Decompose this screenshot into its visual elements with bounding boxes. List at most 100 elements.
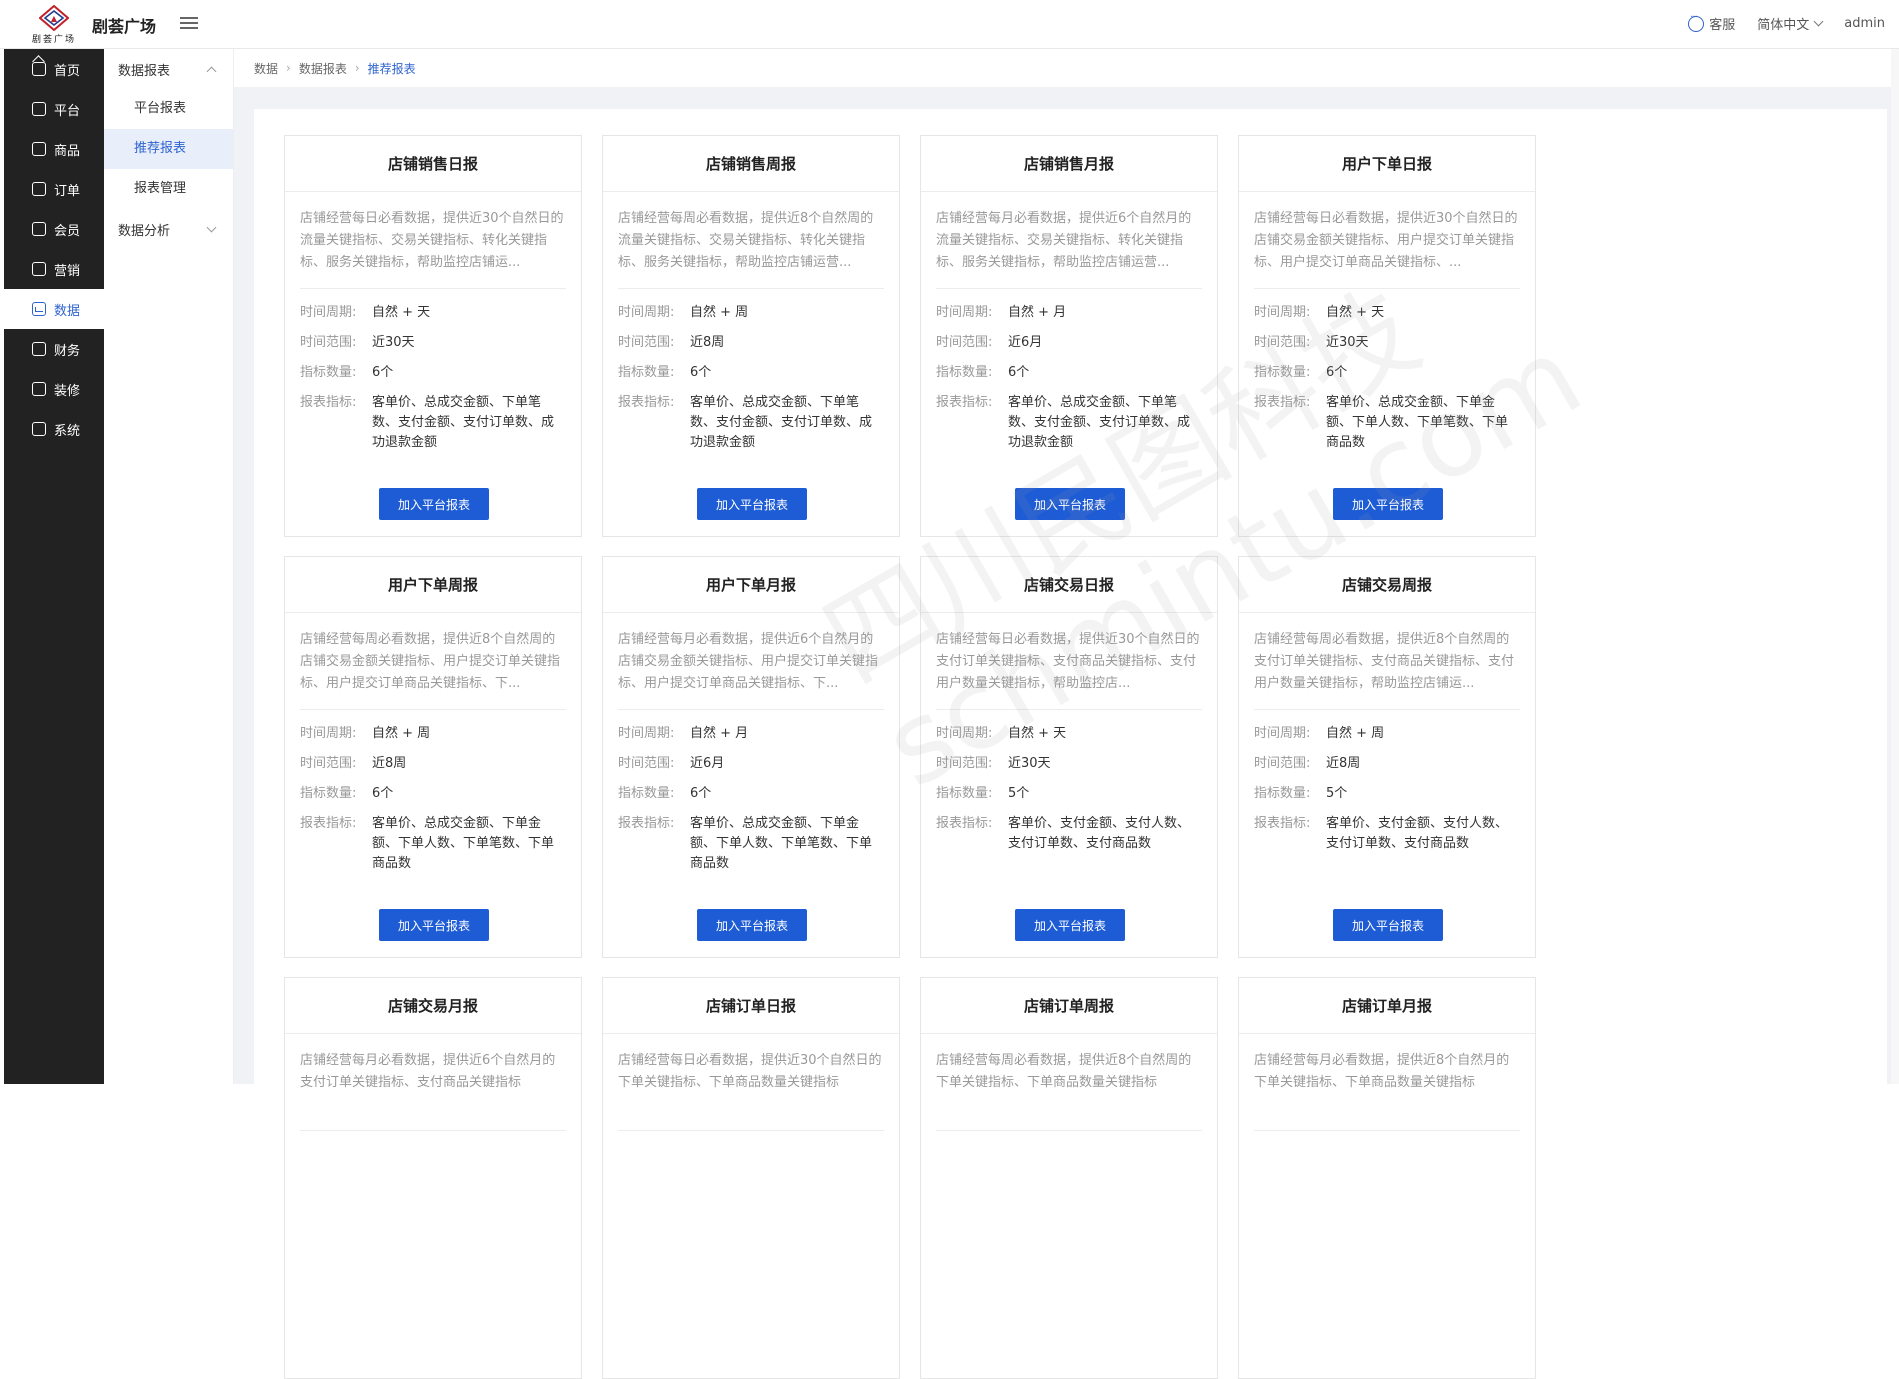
report-card-description: 店铺经营每月必看数据，提供近8个自然月的下单关键指标、下单商品数量关键指标 — [1254, 1053, 1510, 1090]
period-value: 自然 + 周 — [372, 726, 431, 741]
top-bar: ▲ 剧荟广场 剧荟广场 客服 简体中文 admin — [0, 0, 1899, 49]
sidebar-item[interactable]: 首页 — [4, 49, 104, 89]
sidebar-item-label: 系统 — [54, 423, 81, 439]
report-card: 店铺订单周报 店铺经营每周必看数据，提供近8个自然周的下单关键指标、下单商品数量关… — [920, 977, 1218, 1379]
divider — [300, 1130, 566, 1131]
report-panel: 店铺销售日报 店铺经营每日必看数据，提供近30个自然日的流量关键指标、交易关键指标… — [254, 109, 1887, 1379]
submenu-item-recommended-report[interactable]: 推荐报表 — [104, 129, 233, 169]
sidebar-item[interactable]: 装修 — [4, 369, 104, 409]
submenu-item-platform-report[interactable]: 平台报表 — [104, 89, 233, 129]
period-value: 自然 + 月 — [690, 726, 749, 741]
user-menu[interactable]: admin — [1844, 16, 1885, 31]
report-card-description: 店铺经营每日必看数据，提供近30个自然日的店铺交易金额关键指标、用户提交订单关键… — [1254, 211, 1518, 270]
chevron-down-icon — [206, 222, 217, 232]
range-value: 近6月 — [1008, 335, 1043, 350]
submenu-item-report-management[interactable]: 报表管理 — [104, 169, 233, 209]
range-value: 近30天 — [1008, 756, 1051, 771]
add-to-platform-report-button[interactable]: 加入平台报表 — [1333, 909, 1443, 941]
sidebar-item[interactable]: 订单 — [4, 169, 104, 209]
range-value: 近8周 — [372, 756, 407, 771]
submenu-group-data-analysis[interactable]: 数据分析 — [104, 209, 233, 249]
period-value: 自然 + 天 — [1008, 726, 1067, 741]
add-to-platform-report-button[interactable]: 加入平台报表 — [379, 909, 489, 941]
report-card: 用户下单周报 店铺经营每周必看数据，提供近8个自然周的店铺交易金额关键指标、用户提… — [284, 556, 582, 958]
sidebar-item[interactable]: 系统 — [4, 409, 104, 449]
count-value: 6个 — [372, 365, 394, 380]
metrics-value: 客单价、总成交金额、下单金额、下单人数、下单笔数、下单商品数 — [690, 816, 873, 871]
count-value: 6个 — [1326, 365, 1348, 380]
range-label: 时间范围: — [936, 335, 993, 350]
divider — [1254, 1130, 1520, 1131]
period-label: 时间周期: — [936, 726, 993, 741]
chevron-down-icon — [1813, 16, 1824, 27]
report-card-title: 用户下单月报 — [603, 557, 899, 613]
add-to-platform-report-button[interactable]: 加入平台报表 — [697, 488, 807, 520]
sidebar-item[interactable]: 营销 — [4, 249, 104, 289]
finance-icon — [32, 342, 46, 356]
report-card-title: 店铺销售周报 — [603, 136, 899, 192]
add-to-platform-report-button[interactable]: 加入平台报表 — [1015, 909, 1125, 941]
report-card-description: 店铺经营每周必看数据，提供近8个自然周的店铺交易金额关键指标、用户提交订单关键指… — [300, 632, 561, 691]
add-to-platform-report-button[interactable]: 加入平台报表 — [379, 488, 489, 520]
metrics-label: 报表指标: — [618, 816, 675, 831]
breadcrumb: 数据 › 数据报表 › 推荐报表 — [234, 49, 1899, 87]
add-to-platform-report-button[interactable]: 加入平台报表 — [1333, 488, 1443, 520]
submenu-group-label: 数据分析 — [118, 223, 171, 239]
range-label: 时间范围: — [300, 756, 357, 771]
home-icon — [32, 62, 46, 76]
divider — [618, 709, 884, 710]
divider — [936, 288, 1202, 289]
period-label: 时间周期: — [300, 305, 357, 320]
sidebar-item-label: 会员 — [54, 223, 81, 239]
report-card: 店铺销售日报 店铺经营每日必看数据，提供近30个自然日的流量关键指标、交易关键指标… — [284, 135, 582, 537]
count-label: 指标数量: — [936, 365, 993, 380]
report-card-description: 店铺经营每周必看数据，提供近8个自然周的流量关键指标、交易关键指标、转化关键指标… — [618, 211, 874, 270]
add-to-platform-report-button[interactable]: 加入平台报表 — [1015, 488, 1125, 520]
report-card-title: 店铺交易周报 — [1239, 557, 1535, 613]
language-label: 简体中文 — [1757, 18, 1810, 33]
report-card: 店铺销售周报店铺经营每周必看数据，提供近8个自然周的流量关键指标、交易关键指标、… — [602, 135, 900, 537]
sidebar-item[interactable]: 数据 — [4, 289, 104, 329]
report-card-title: 店铺交易日报 — [921, 557, 1217, 613]
main-content: 数据 › 数据报表 › 推荐报表 店铺销售日报 店铺经营每日必看数据，提供近30个… — [234, 49, 1899, 1379]
customer-service-label: 客服 — [1709, 18, 1736, 33]
submenu-group-data-report[interactable]: 数据报表 — [104, 49, 233, 89]
customer-service-link[interactable]: 客服 — [1688, 12, 1736, 33]
period-value: 自然 + 月 — [1008, 305, 1067, 320]
breadcrumb-separator-icon: › — [286, 61, 291, 75]
add-to-platform-report-button[interactable]: 加入平台报表 — [697, 909, 807, 941]
report-card-details: 时间周期: 自然 + 天时间范围: 近30天 指标数量: 6个 报表指标: 客单价、总成交金… — [1254, 303, 1520, 453]
divider — [300, 709, 566, 710]
report-card-description: 店铺经营每周必看数据，提供近8个自然周的下单关键指标、下单商品数量关键指标 — [936, 1053, 1192, 1090]
report-card-title: 用户下单日报 — [1239, 136, 1535, 192]
page-scrollbar[interactable] — [1891, 49, 1899, 1084]
gift-icon — [32, 262, 46, 276]
count-value: 6个 — [690, 786, 712, 801]
sidebar-item[interactable]: 财务 — [4, 329, 104, 369]
range-label: 时间范围: — [618, 335, 675, 350]
report-card-description: 店铺经营每日必看数据，提供近30个自然日的流量关键指标、交易关键指标、转化关键指… — [300, 211, 564, 270]
range-label: 时间范围: — [1254, 335, 1311, 350]
divider — [936, 1130, 1202, 1131]
count-label: 指标数量: — [300, 786, 357, 801]
language-select[interactable]: 简体中文 — [1757, 14, 1824, 33]
breadcrumb-item[interactable]: 数据 — [254, 60, 278, 77]
divider — [618, 288, 884, 289]
report-card-details: 时间周期: 自然 + 月时间范围: 近6月 指标数量: 6个 报表指标: 客单价、总成交金额… — [618, 724, 884, 874]
breadcrumb-separator-icon: › — [354, 61, 360, 75]
metrics-value: 客单价、总成交金额、下单金额、下单人数、下单笔数、下单商品数 — [372, 816, 555, 871]
range-value: 近6月 — [690, 756, 725, 771]
divider — [300, 288, 566, 289]
metrics-label: 报表指标: — [300, 395, 357, 410]
period-value: 自然 + 天 — [372, 305, 431, 320]
range-value: 近30天 — [1326, 335, 1369, 350]
menu-toggle-icon[interactable] — [180, 14, 198, 32]
member-icon — [32, 222, 46, 236]
sidebar-item[interactable]: 平台 — [4, 89, 104, 129]
sidebar-item[interactable]: 商品 — [4, 129, 104, 169]
range-label: 时间范围: — [300, 335, 357, 350]
sidebar-item-label: 平台 — [54, 103, 81, 119]
breadcrumb-item[interactable]: 数据报表 — [299, 60, 347, 77]
data-icon — [32, 302, 46, 316]
sidebar-item[interactable]: 会员 — [4, 209, 104, 249]
